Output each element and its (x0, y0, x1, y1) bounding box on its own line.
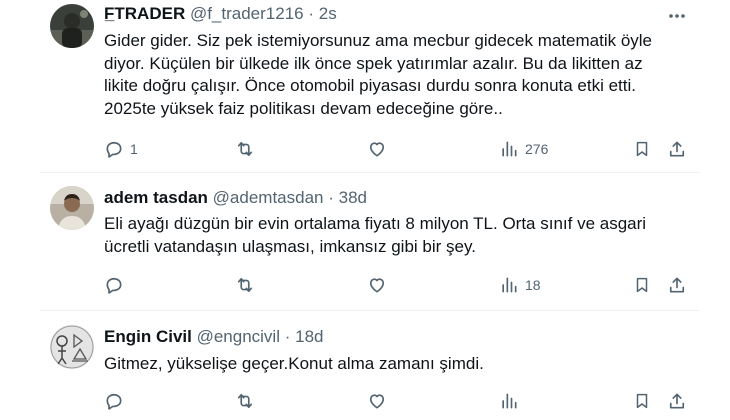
views-icon (502, 277, 517, 293)
tweet-text-line: diyor. Küçülen bir ülkede ilk önce spek … (104, 53, 643, 73)
retweet-button[interactable] (234, 137, 262, 161)
tweet-text: Eli ayağı düzgün bir evin ortalama fiyat… (104, 213, 694, 258)
bookmark-icon (636, 277, 648, 293)
views-icon (502, 393, 517, 409)
retweet-icon (237, 277, 253, 293)
display-name[interactable]: adem tasdan (104, 188, 208, 207)
views-count: 276 (525, 141, 549, 157)
display-name[interactable]: Engin Civil (104, 327, 192, 346)
share-button[interactable] (667, 389, 687, 413)
tweet-text-line: 2025te yüksek faiz politikası devam edec… (104, 98, 503, 118)
share-icon (669, 393, 685, 409)
timestamp[interactable]: 38d (339, 188, 367, 207)
avatar[interactable] (50, 186, 94, 230)
views-button[interactable]: 18 (499, 273, 541, 297)
timestamp[interactable]: 2s (319, 4, 337, 23)
bookmark-button[interactable] (633, 389, 651, 413)
action-bar: 1 276 (0, 137, 730, 161)
views-icon (502, 141, 517, 157)
timestamp[interactable]: 18d (295, 327, 323, 346)
retweet-icon (237, 141, 253, 157)
action-bar (0, 389, 730, 413)
separator-dot: · (328, 188, 334, 207)
tweet-text: Gider gider. Siz pek istemiyorsunuz ama … (104, 30, 694, 120)
reply-icon (106, 141, 122, 158)
retweet-button[interactable] (234, 273, 262, 297)
bookmark-icon (636, 393, 648, 409)
user-handle[interactable]: @f_trader1216 (190, 4, 304, 23)
reply-button[interactable] (104, 389, 130, 413)
tweet-text-line: ücretli vatandaşın ulaşması, imkansız gi… (104, 236, 476, 256)
tweet-text-line: Gider gider. Siz pek istemiyorsunuz ama … (104, 31, 653, 50)
tweet-header: adem tasdan @ademtasdan · 38d (104, 187, 367, 209)
bookmark-icon (636, 141, 648, 157)
share-icon (669, 141, 685, 157)
tweet-header: Engin Civil @engncivil · 18d (104, 326, 324, 348)
views-button[interactable] (499, 389, 525, 413)
more-icon[interactable] (664, 5, 690, 27)
retweet-icon (237, 393, 253, 409)
heart-icon (369, 394, 385, 409)
separator-dot: · (284, 327, 291, 346)
separator-dot: · (308, 4, 315, 23)
bookmark-button[interactable] (633, 273, 651, 297)
like-button[interactable] (367, 137, 393, 161)
heart-icon (369, 142, 385, 157)
user-handle[interactable]: @engncivil (197, 327, 280, 346)
user-handle[interactable]: @ademtasdan (213, 188, 324, 207)
views-count: 18 (525, 277, 541, 293)
tweet-1[interactable]: F̲TRADER @f_trader1216 · 2s Gider gider.… (0, 0, 730, 172)
like-button[interactable] (367, 273, 393, 297)
action-bar: 18 (0, 273, 730, 297)
tweet-header: F̲TRADER @f_trader1216 · 2s (104, 3, 337, 25)
tweet-text-line: likite doğru çalışır. Önce otomobil piya… (104, 76, 636, 95)
tweet-2[interactable]: adem tasdan @ademtasdan · 38d Eli ayağı … (0, 173, 730, 309)
share-icon (669, 277, 685, 293)
display-name[interactable]: F̲TRADER (104, 4, 185, 23)
reply-button[interactable]: 1 (104, 137, 138, 161)
avatar[interactable] (50, 325, 94, 369)
reply-button[interactable] (104, 273, 130, 297)
reply-icon (106, 277, 122, 294)
tweet-text: Gitmez, yükselişe geçer.Konut alma zaman… (104, 353, 694, 376)
avatar[interactable] (50, 4, 94, 48)
reply-count: 1 (130, 141, 138, 157)
tweet-3[interactable]: Engin Civil @engncivil · 18d Gitmez, yük… (0, 311, 730, 420)
tweet-text-line: Eli ayağı düzgün bir evin ortalama fiyat… (104, 214, 647, 233)
tweet-text-line: Gitmez, yükselişe geçer.Konut alma zaman… (104, 354, 484, 373)
reply-icon (106, 393, 122, 410)
like-button[interactable] (367, 389, 393, 413)
share-button[interactable] (667, 273, 687, 297)
bookmark-button[interactable] (633, 137, 651, 161)
retweet-button[interactable] (234, 389, 262, 413)
share-button[interactable] (667, 137, 687, 161)
heart-icon (369, 278, 385, 293)
views-button[interactable]: 276 (499, 137, 548, 161)
